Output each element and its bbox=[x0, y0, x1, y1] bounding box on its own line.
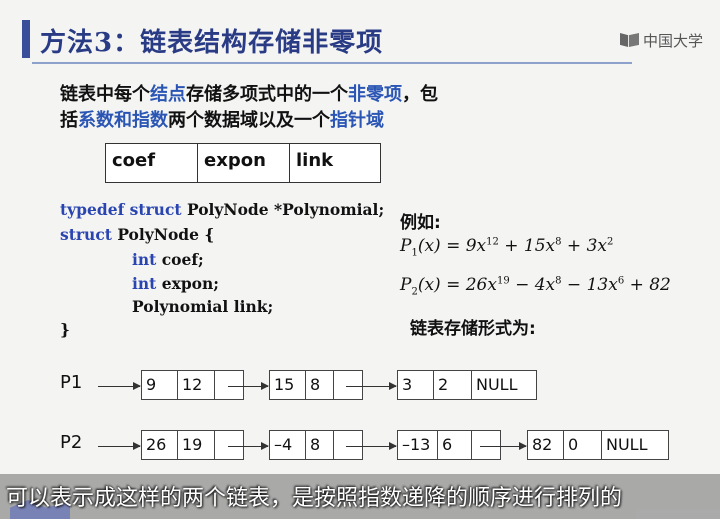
formula-p1: P1(x) = 9x12 + 15x8 + 3x2 bbox=[400, 236, 613, 258]
title-accent bbox=[22, 20, 30, 58]
list-node: 15 8 bbox=[269, 370, 363, 400]
f-exp: 19 bbox=[496, 275, 510, 287]
intro-highlight-pointer: 指针域 bbox=[330, 110, 384, 131]
field-link: link bbox=[296, 150, 334, 171]
intro-text: 存储多项式中的一个 bbox=[186, 84, 348, 105]
code-line: } bbox=[60, 320, 70, 339]
title-rule bbox=[32, 62, 632, 64]
node-link bbox=[215, 371, 243, 399]
f-text: P bbox=[400, 275, 412, 295]
code-line: struct PolyNode { bbox=[60, 225, 214, 249]
arrow-icon bbox=[346, 380, 397, 392]
list-node: 82 0 NULL bbox=[527, 430, 669, 460]
arrow-icon bbox=[346, 440, 397, 452]
logo-text: 中国大学 bbox=[643, 32, 704, 50]
list-node: 3 2 NULL bbox=[397, 370, 537, 400]
node-expon: 6 bbox=[438, 431, 472, 459]
node-coef: 9 bbox=[142, 371, 178, 399]
f-text: + 82 bbox=[624, 275, 671, 295]
node-coef: –13 bbox=[398, 431, 438, 459]
node-expon: 19 bbox=[178, 431, 215, 459]
node-link bbox=[472, 431, 500, 459]
intro-text: 两个数据域以及一个 bbox=[168, 110, 330, 131]
node-expon: 8 bbox=[306, 431, 334, 459]
f-text: + 3x bbox=[561, 236, 607, 256]
code-text: PolyNode *Polynomial; bbox=[181, 200, 385, 219]
code-line: typedef struct PolyNode *Polynomial; bbox=[60, 200, 384, 224]
arrow-icon bbox=[228, 440, 269, 452]
list-label-p2: P2 bbox=[60, 432, 83, 453]
code-keyword: struct bbox=[60, 225, 112, 244]
code-keyword: int bbox=[132, 274, 157, 293]
code-text: coef; bbox=[156, 250, 204, 269]
node-link bbox=[215, 431, 243, 459]
code-text: PolyNode { bbox=[111, 225, 215, 244]
node-expon: 2 bbox=[434, 371, 472, 399]
node-expon: 12 bbox=[178, 371, 215, 399]
list-node: 26 19 bbox=[141, 430, 244, 460]
f-text: + 15x bbox=[498, 236, 556, 256]
slide-title: 方法3：链表结构存储非零项 bbox=[40, 28, 384, 58]
node-link: NULL bbox=[606, 435, 648, 454]
book-icon-right bbox=[629, 33, 639, 47]
arrow-icon bbox=[228, 380, 269, 392]
node-structure-diagram: coef expon link bbox=[105, 143, 381, 183]
arrow-icon bbox=[98, 380, 141, 392]
storage-label: 链表存储形式为: bbox=[410, 319, 536, 339]
f-exp: 12 bbox=[486, 236, 499, 248]
f-text: P bbox=[400, 236, 412, 256]
field-coef: coef bbox=[106, 144, 198, 182]
node-coef: –4 bbox=[270, 431, 306, 459]
arrow-icon bbox=[98, 440, 141, 452]
slide: 方法3：链表结构存储非零项 中国大学 链表中每个结点存储多项式中的一个非零项，包… bbox=[0, 0, 720, 519]
node-expon: 8 bbox=[306, 371, 334, 399]
example-label: 例如: bbox=[400, 213, 441, 233]
node-coef: 15 bbox=[270, 371, 306, 399]
code-line: int expon; bbox=[132, 274, 219, 298]
watermark-logo: 中国大学 bbox=[620, 30, 703, 51]
intro-text: ，包 bbox=[402, 84, 438, 105]
intro-line-2: 括系数和指数两个数据域以及一个指针域 bbox=[60, 106, 384, 132]
intro-highlight-fields: 系数和指数 bbox=[78, 110, 168, 131]
code-keyword: int bbox=[132, 250, 157, 269]
formula-p2: P2(x) = 26x19 − 4x8 − 13x6 + 82 bbox=[400, 275, 671, 297]
node-coef: 26 bbox=[142, 431, 178, 459]
f-text: − 4x bbox=[509, 275, 556, 295]
list-node: 9 12 bbox=[141, 370, 244, 400]
node-coef: 3 bbox=[398, 371, 434, 399]
intro-text: 链表中每个 bbox=[60, 84, 150, 105]
video-subtitle: 可以表示成这样的两个链表，是按照指数递降的顺序进行排列的 bbox=[6, 486, 623, 511]
title-bar: 方法3：链表结构存储非零项 bbox=[22, 14, 632, 64]
f-text: (x) = 9x bbox=[417, 236, 487, 256]
list-label-p1: P1 bbox=[60, 372, 83, 393]
f-exp: 2 bbox=[607, 236, 614, 248]
node-link bbox=[334, 431, 362, 459]
node-coef: 82 bbox=[528, 431, 564, 459]
f-text: − 13x bbox=[561, 275, 618, 295]
code-line: Polynomial link; bbox=[132, 297, 274, 316]
list-node: –13 6 bbox=[397, 430, 501, 460]
intro-text: 括 bbox=[60, 110, 78, 131]
code-line: int coef; bbox=[132, 250, 204, 274]
intro-highlight-nonzero: 非零项 bbox=[348, 84, 402, 105]
node-link bbox=[334, 371, 362, 399]
node-expon: 0 bbox=[564, 431, 602, 459]
arrow-icon bbox=[480, 440, 527, 452]
list-node: –4 8 bbox=[269, 430, 363, 460]
node-link: NULL bbox=[476, 375, 518, 394]
intro-line-1: 链表中每个结点存储多项式中的一个非零项，包 bbox=[60, 80, 438, 106]
f-text: (x) = 26x bbox=[417, 275, 497, 295]
code-keyword: typedef struct bbox=[60, 200, 182, 219]
code-text: expon; bbox=[156, 274, 219, 293]
field-expon: expon bbox=[198, 144, 290, 182]
intro-highlight-node: 结点 bbox=[150, 84, 186, 105]
